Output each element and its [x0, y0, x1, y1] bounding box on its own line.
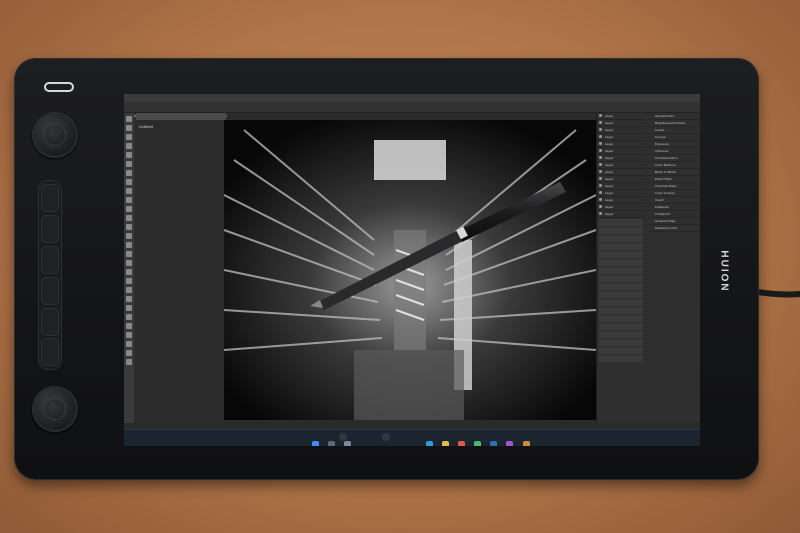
photo-scene: PsFileEditImageLayerTypeSelectFilter3DVi… [0, 0, 800, 533]
stylus-pen [310, 182, 566, 310]
